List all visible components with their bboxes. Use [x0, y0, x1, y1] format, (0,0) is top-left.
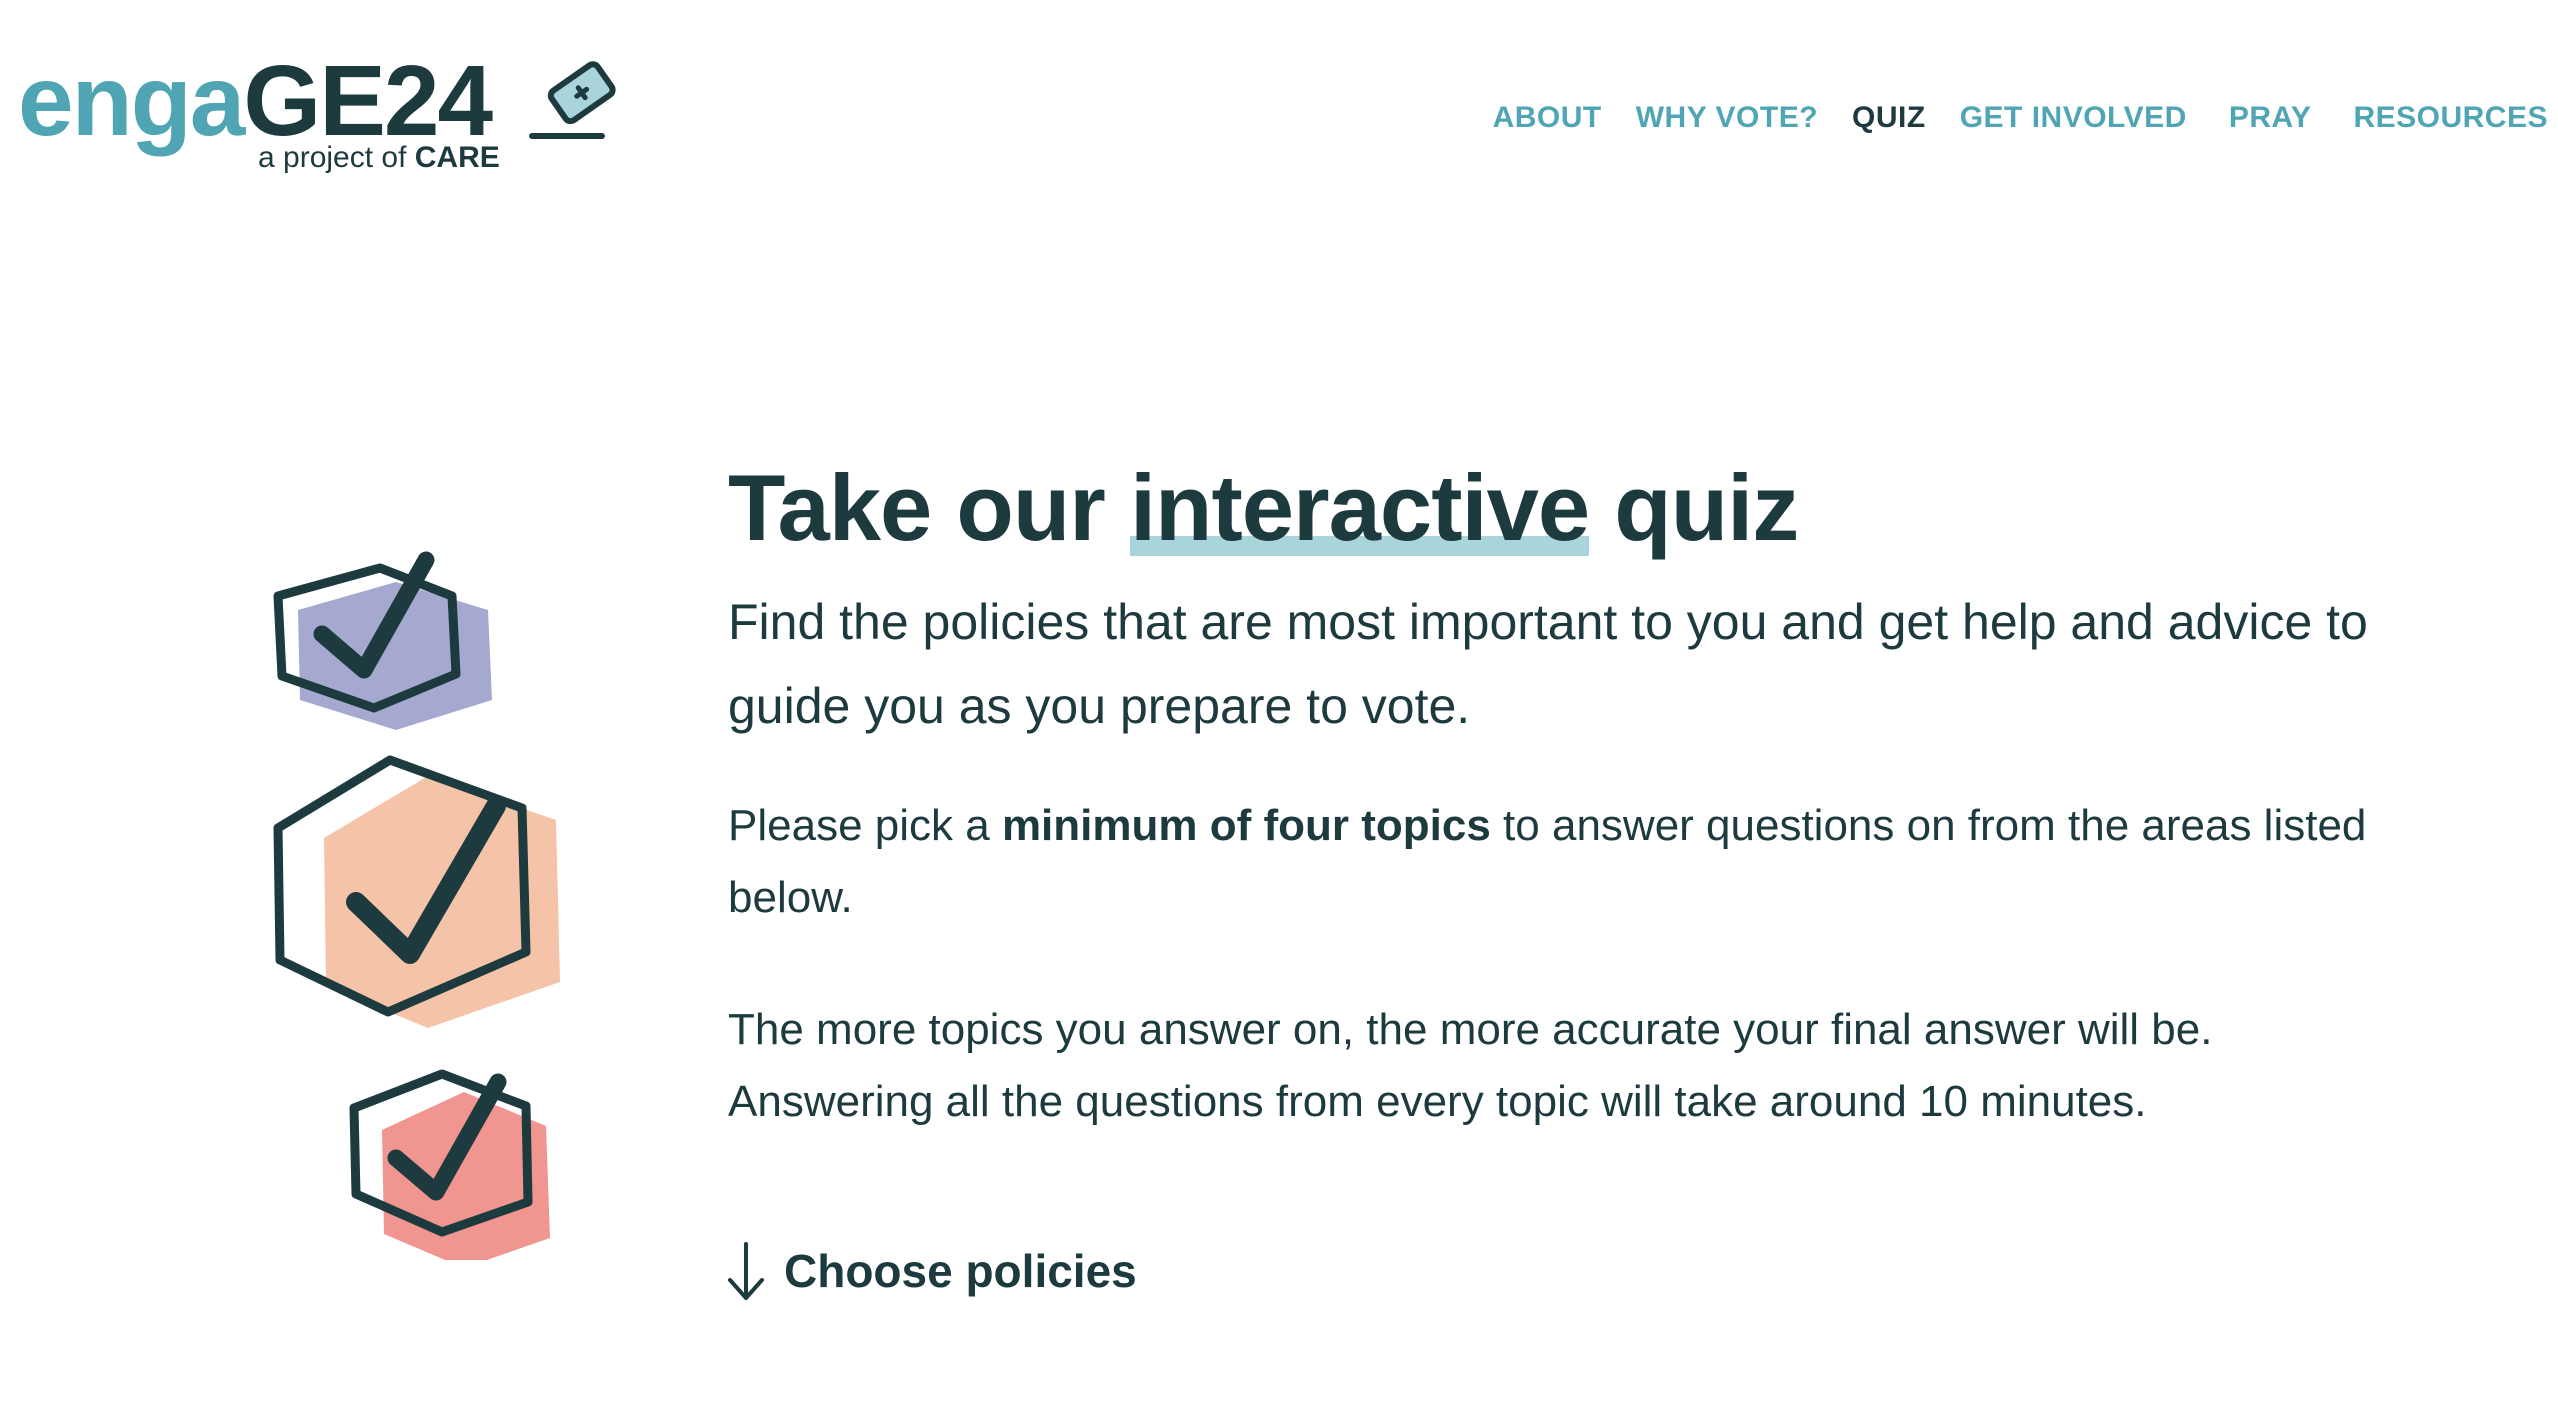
- lead-text: Find the policies that are most importan…: [728, 594, 2368, 734]
- checkbox-illustration: [273, 551, 560, 1260]
- nav-resources[interactable]: RESOURCES: [2353, 101, 2548, 135]
- instruction-text: Please pick a minimum of four topics to …: [728, 790, 2378, 934]
- checkbox-hexagon-icon: [273, 551, 492, 730]
- arrow-down-icon: [728, 1242, 764, 1300]
- logo-tagline-prefix: a project of: [258, 141, 415, 174]
- instruction-bold: minimum of four topics: [1001, 801, 1491, 850]
- quiz-intro: Take our interactive quiz Find the polic…: [728, 448, 2388, 1138]
- checkbox-hexagon-icon: [273, 755, 560, 1028]
- nav-why-vote[interactable]: WHY VOTE?: [1636, 101, 1818, 135]
- title-prefix: Take our: [728, 455, 1130, 560]
- page-title: Take our interactive quiz: [728, 448, 2388, 568]
- site-logo[interactable]: engaGE24 a project of CARE: [18, 46, 638, 186]
- nav-quiz[interactable]: QUIZ: [1852, 101, 1926, 135]
- nav-about[interactable]: ABOUT: [1493, 101, 1602, 135]
- checkbox-hexagon-icon: [349, 1069, 550, 1260]
- nav-get-involved[interactable]: GET INVOLVED: [1960, 101, 2187, 135]
- choose-policies-link[interactable]: Choose policies: [726, 1236, 1137, 1306]
- title-suffix: quiz: [1589, 455, 1799, 560]
- ballot-box-icon: [529, 61, 616, 139]
- main-nav: ABOUT WHY VOTE? QUIZ GET INVOLVED PRAY R…: [1459, 98, 2548, 138]
- title-highlight: interactive: [1129, 448, 1590, 568]
- choose-policies-label: Choose policies: [784, 1245, 1137, 1297]
- logo-tagline: a project of CARE: [258, 140, 500, 176]
- accuracy-note: The more topics you answer on, the more …: [728, 1005, 2213, 1126]
- nav-pray[interactable]: PRAY: [2229, 101, 2312, 135]
- instruction-prefix: Please pick a: [728, 801, 1002, 850]
- logo-tagline-brand: CARE: [414, 141, 500, 174]
- logo-word-light: enga: [18, 45, 245, 157]
